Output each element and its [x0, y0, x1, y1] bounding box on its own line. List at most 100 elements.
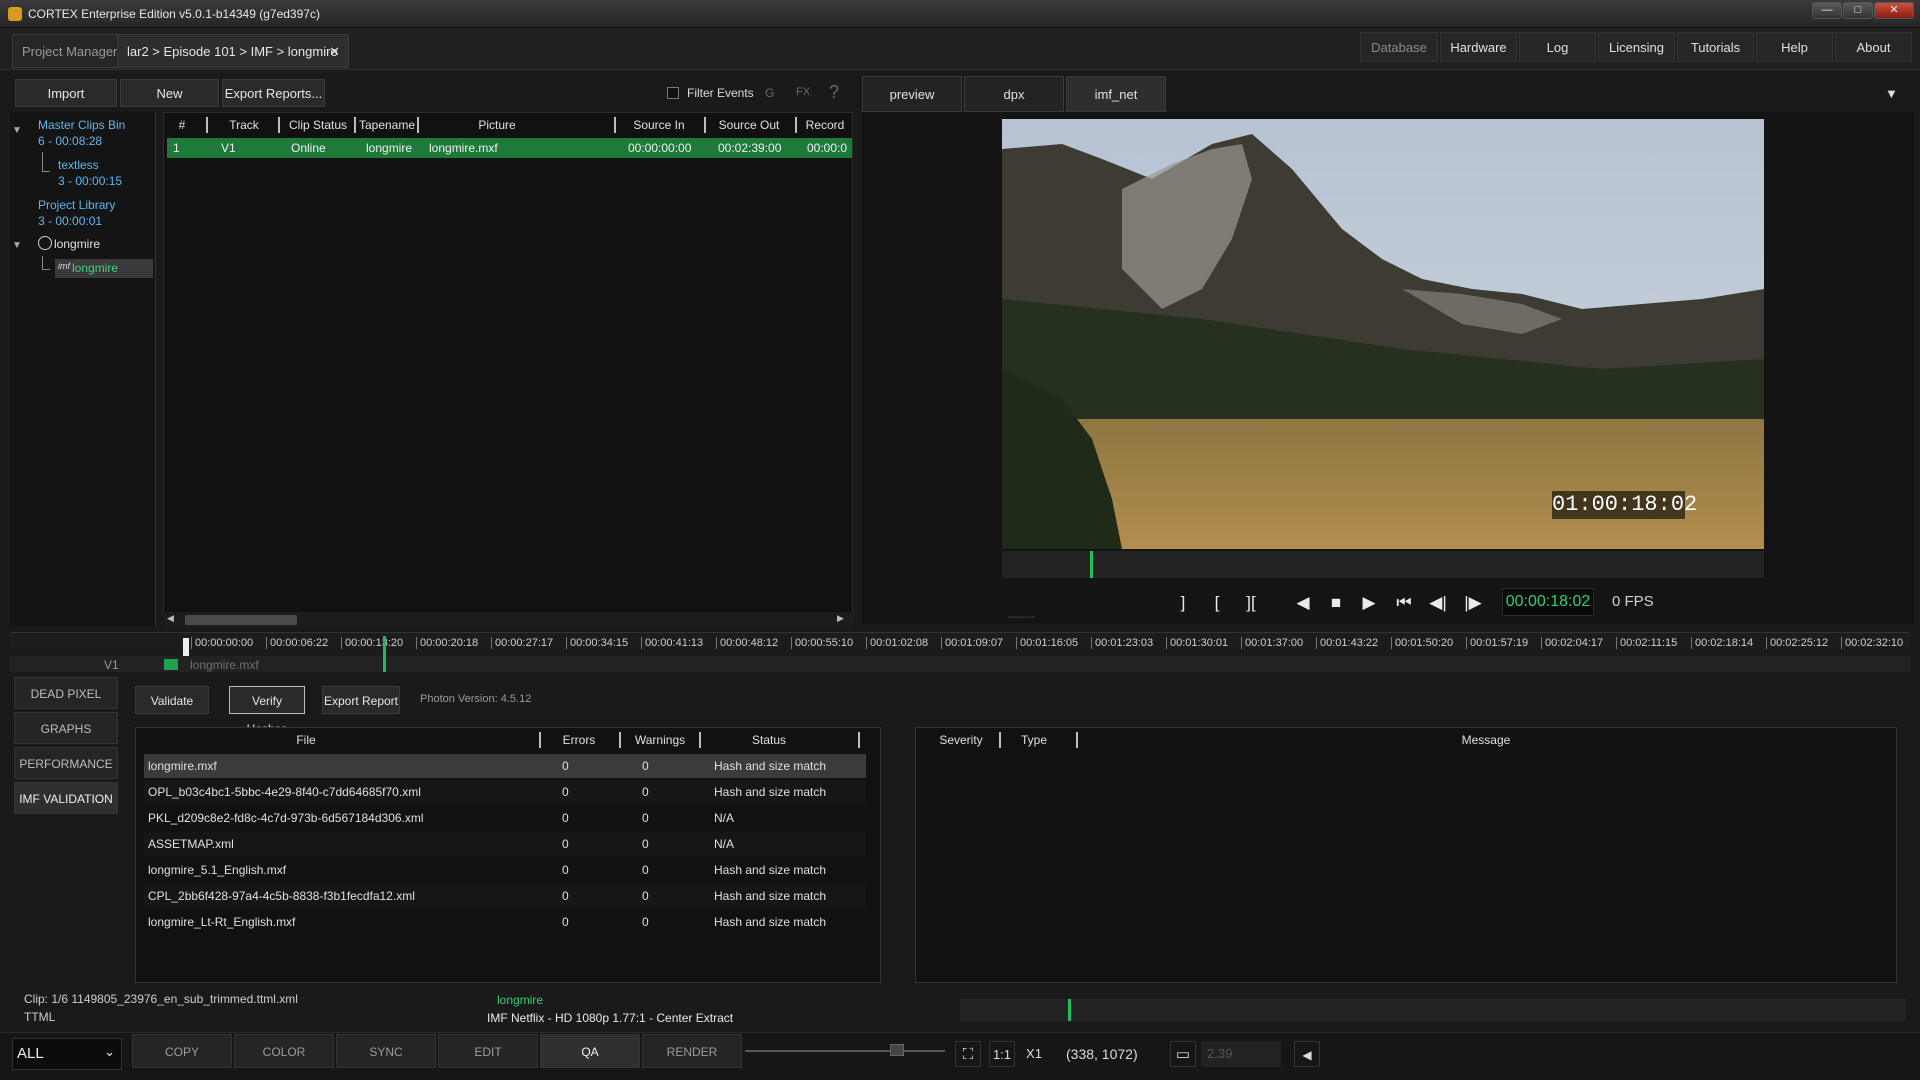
mark-out-icon[interactable]: ] [1170, 590, 1196, 616]
col-errors[interactable]: Errors [544, 730, 614, 750]
col-record[interactable]: Record [800, 115, 850, 135]
playhead[interactable] [383, 636, 386, 672]
tab-project-manager[interactable]: Project Manager [12, 34, 128, 68]
filter-select[interactable]: ALL ⌄ [12, 1038, 122, 1070]
col-message[interactable]: Message [1081, 730, 1891, 750]
mark-clip-icon[interactable]: ][ [1238, 590, 1264, 616]
table-row[interactable]: longmire.mxf 0 0 Hash and size match [144, 754, 866, 778]
minimize-button[interactable]: — [1812, 2, 1842, 19]
play-reverse-icon[interactable]: ◀ [1290, 590, 1316, 616]
zoom-slider-track[interactable] [745, 1050, 945, 1052]
nav-hardware[interactable]: Hardware [1440, 32, 1517, 62]
scrubber-position-marker[interactable] [1090, 551, 1093, 578]
col-picture[interactable]: Picture [422, 115, 572, 135]
mark-in-icon[interactable]: [ [1204, 590, 1230, 616]
bin-master-clips[interactable]: Master Clips Bin [38, 117, 125, 133]
in-point-marker[interactable] [183, 638, 189, 656]
mode-sync[interactable]: SYNC [336, 1034, 436, 1068]
sidetab-imf-validation[interactable]: IMF VALIDATION [14, 782, 118, 814]
mode-copy[interactable]: COPY [132, 1034, 232, 1068]
new-button[interactable]: New [120, 79, 219, 107]
table-row[interactable]: PKL_d209c8e2-fd8c-4c7d-973b-6d567184d306… [144, 806, 866, 830]
close-tab-icon[interactable]: ✕ [329, 35, 340, 69]
zoom-slider-handle[interactable] [890, 1044, 904, 1056]
filter-events-checkbox[interactable] [667, 87, 679, 99]
mode-edit[interactable]: EDIT [438, 1034, 538, 1068]
track-enable-toggle[interactable] [164, 659, 178, 670]
col-source-out[interactable]: Source Out [709, 115, 789, 135]
nav-about[interactable]: About [1835, 32, 1912, 62]
timeline-clip[interactable]: longmire.mxf [190, 658, 259, 672]
col-number[interactable]: # [172, 115, 192, 135]
table-row[interactable]: CPL_2bb6f428-97a4-4c5b-8838-f3b1fecdfa12… [144, 884, 866, 908]
play-icon[interactable]: ▶ [1356, 590, 1382, 616]
step-forward-icon[interactable]: |▶ [1460, 590, 1486, 616]
nav-log[interactable]: Log [1519, 32, 1596, 62]
bottom-scrubber[interactable] [960, 999, 1906, 1021]
bottom-scrubber-marker[interactable] [1068, 999, 1071, 1021]
mode-color[interactable]: COLOR [234, 1034, 334, 1068]
col-source-in[interactable]: Source In [619, 115, 699, 135]
bin-textless[interactable]: textless [58, 157, 99, 173]
table-row[interactable]: 1 V1 Online longmire longmire.mxf 00:00:… [167, 138, 852, 158]
timeline-ruler[interactable]: 00:00:00:00 00:00:06:22 00:00:13:20 00:0… [10, 632, 1910, 654]
table-row[interactable]: OPL_b03c4bc1-5bbc-4e29-8f40-c7dd64685f70… [144, 780, 866, 804]
one-to-one-button[interactable]: 1:1 [989, 1041, 1015, 1067]
col-file[interactable]: File [216, 730, 396, 750]
col-severity[interactable]: Severity [926, 730, 996, 750]
bin-longmire-group[interactable]: longmire [54, 237, 100, 251]
bin-imf-longmire[interactable]: imf longmire [55, 259, 153, 278]
help-icon[interactable]: ? [829, 82, 839, 103]
table-row[interactable]: longmire_5.1_English.mxf 0 0 Hash and si… [144, 858, 866, 882]
viewer-scrubber[interactable] [1002, 551, 1764, 578]
drag-handle[interactable]: -------- [1008, 612, 1035, 623]
nav-help[interactable]: Help [1756, 32, 1833, 62]
sidetab-performance[interactable]: PERFORMANCE [14, 747, 118, 779]
import-button[interactable]: Import [15, 79, 117, 107]
scroll-right-icon[interactable]: ▶ [837, 613, 844, 624]
col-track[interactable]: Track [214, 115, 274, 135]
verify-hashes-button[interactable]: Verify Hashes [229, 686, 305, 736]
tab-preview[interactable]: preview [862, 76, 962, 112]
table-row[interactable]: ASSETMAP.xml 0 0 N/A [144, 832, 866, 856]
sidetab-graphs[interactable]: GRAPHS [14, 712, 118, 744]
close-window-button[interactable]: ✕ [1874, 2, 1914, 19]
scrollbar-thumb[interactable] [185, 615, 297, 625]
viewer-menu-icon[interactable]: ▼ [1885, 86, 1898, 101]
bin-project-library[interactable]: Project Library [38, 197, 115, 213]
col-warnings[interactable]: Warnings [624, 730, 696, 750]
g-toggle[interactable]: G [765, 86, 774, 100]
sidetab-dead-pixel[interactable]: DEAD PIXEL [14, 677, 118, 709]
col-status[interactable]: Status [704, 730, 834, 750]
export-report-button[interactable]: Export Report [322, 686, 400, 714]
aspect-ratio-select[interactable]: 2.39 [1201, 1041, 1281, 1067]
table-row[interactable]: longmire_Lt-Rt_English.mxf 0 0 Hash and … [144, 910, 866, 934]
nav-licensing[interactable]: Licensing [1598, 32, 1675, 62]
tab-active-label: lar2 > Episode 101 > IMF > longmire [127, 44, 338, 59]
tab-dpx[interactable]: dpx [964, 76, 1064, 112]
validate-button[interactable]: Validate [135, 686, 209, 714]
go-to-start-icon[interactable]: ⏮ [1391, 590, 1417, 616]
stop-icon[interactable]: ■ [1323, 590, 1349, 616]
export-reports-button[interactable]: Export Reports... [222, 79, 325, 107]
expand-arrow-icon[interactable]: ▼ [12, 125, 22, 136]
scroll-left-icon[interactable]: ◀ [167, 613, 174, 624]
col-type[interactable]: Type [1004, 730, 1064, 750]
mode-qa[interactable]: QA [540, 1034, 640, 1068]
nav-tutorials[interactable]: Tutorials [1677, 32, 1754, 62]
tab-imf-net[interactable]: imf_net [1066, 76, 1166, 112]
col-tapename[interactable]: Tapename [356, 115, 418, 135]
aspect-ratio-icon[interactable]: ▭ [1170, 1041, 1196, 1067]
expand-arrow-icon[interactable]: ▼ [12, 240, 22, 251]
timeline-track[interactable] [10, 656, 1910, 672]
fullscreen-icon[interactable]: ⛶ [955, 1041, 981, 1067]
mode-render[interactable]: RENDER [642, 1034, 742, 1068]
maximize-button[interactable]: □ [1843, 2, 1873, 19]
step-back-icon[interactable]: ◀| [1425, 590, 1451, 616]
speaker-icon[interactable]: ◀ [1294, 1041, 1320, 1067]
nav-database[interactable]: Database [1360, 32, 1438, 62]
col-clip-status[interactable]: Clip Status [282, 115, 354, 135]
fx-toggle[interactable]: FX [796, 86, 810, 98]
timecode-display[interactable]: 00:00:18:02 [1502, 588, 1594, 616]
tab-active-project[interactable]: lar2 > Episode 101 > IMF > longmire ✕ [117, 34, 349, 68]
